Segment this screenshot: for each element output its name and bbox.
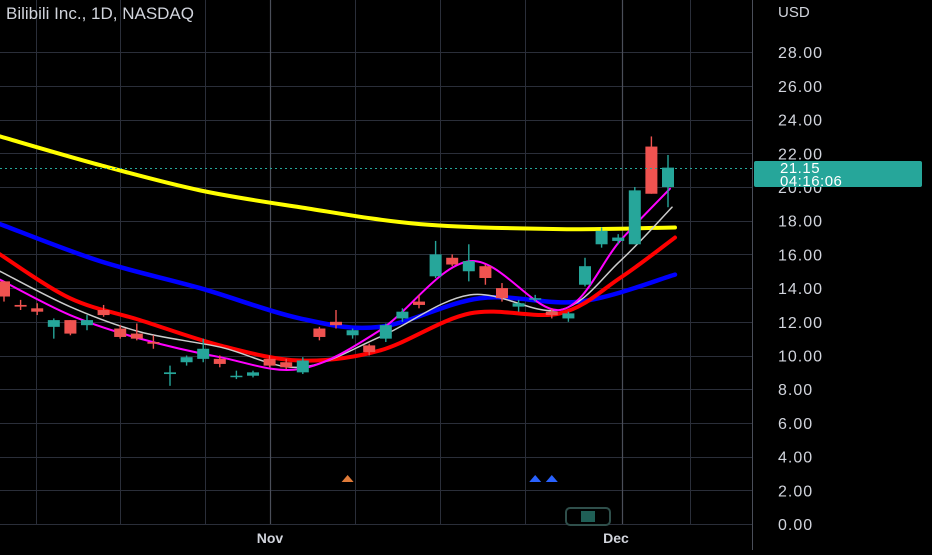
candle-body (363, 345, 376, 353)
candle-body (479, 266, 492, 278)
candle-body (413, 301, 425, 305)
candle-body (130, 333, 143, 339)
candle-body (612, 237, 625, 241)
candle-body (330, 321, 342, 326)
price-tick-label: 6.00 (778, 416, 813, 433)
time-tick-label: Dec (603, 530, 629, 546)
candle-body (628, 190, 641, 245)
candle-body (446, 257, 459, 265)
price-tick-label: 12.00 (778, 315, 823, 332)
candle-body (114, 328, 127, 337)
currency-label: USD (778, 4, 810, 21)
candle-body (247, 372, 259, 376)
candle-body (64, 320, 77, 334)
time-tick-label: Nov (257, 530, 284, 546)
bar-countdown: 04:16:06 (780, 173, 842, 190)
candle-body (47, 320, 60, 327)
candle-body (562, 313, 575, 319)
price-tick-label: 2.00 (778, 483, 813, 500)
price-tick-label: 8.00 (778, 382, 813, 399)
candle-body (164, 372, 176, 375)
candle-body (263, 358, 276, 366)
candle-body (346, 330, 359, 336)
candle-body (280, 362, 293, 368)
candle-body (313, 328, 326, 337)
candle-body (81, 320, 93, 326)
price-tick-label: 0.00 (778, 517, 813, 534)
last-price-tag: 21.15 04:16:06 (754, 160, 922, 190)
candle-body (662, 167, 674, 187)
candle-body (545, 311, 558, 316)
price-tick-label: 26.00 (778, 79, 823, 96)
price-tick-label: 18.00 (778, 214, 823, 231)
candle-body (496, 288, 508, 299)
price-tick-label: 4.00 (778, 450, 813, 467)
price-chart[interactable]: 0.00 2.00 4.00 6.00 8.00 10.00 12.00 14.00 16.00… (0, 0, 932, 550)
price-tick-label: 28.00 (778, 45, 823, 62)
symbol-title: Bilibili Inc., 1D, NASDAQ (6, 4, 194, 23)
candle-body (14, 304, 27, 307)
candle-body (429, 254, 442, 277)
price-tick-label: 16.00 (778, 247, 823, 264)
price-tick-label: 14.00 (778, 281, 823, 298)
candle-body (595, 230, 608, 245)
candle-body (529, 298, 542, 300)
price-tick-label: 24.00 (778, 113, 823, 130)
candle-body (147, 342, 160, 344)
candle-body (512, 303, 525, 307)
candle-body (379, 325, 392, 339)
candle-body (462, 261, 475, 272)
chart-area[interactable]: 0.00 2.00 4.00 6.00 8.00 10.00 12.00 14.00 16.00… (0, 0, 932, 550)
candle-body (197, 348, 210, 359)
candle-body (396, 311, 409, 319)
candle-body (645, 146, 658, 194)
price-tick-label: 10.00 (778, 349, 823, 366)
candle-body (230, 375, 243, 378)
candle-body (180, 357, 193, 363)
candle-body (579, 266, 591, 285)
candle-body (296, 360, 309, 373)
e-icon (581, 511, 595, 522)
candle-body (0, 281, 10, 297)
candle-body (213, 358, 226, 364)
candle-body (97, 310, 110, 316)
candle-body (31, 308, 44, 312)
